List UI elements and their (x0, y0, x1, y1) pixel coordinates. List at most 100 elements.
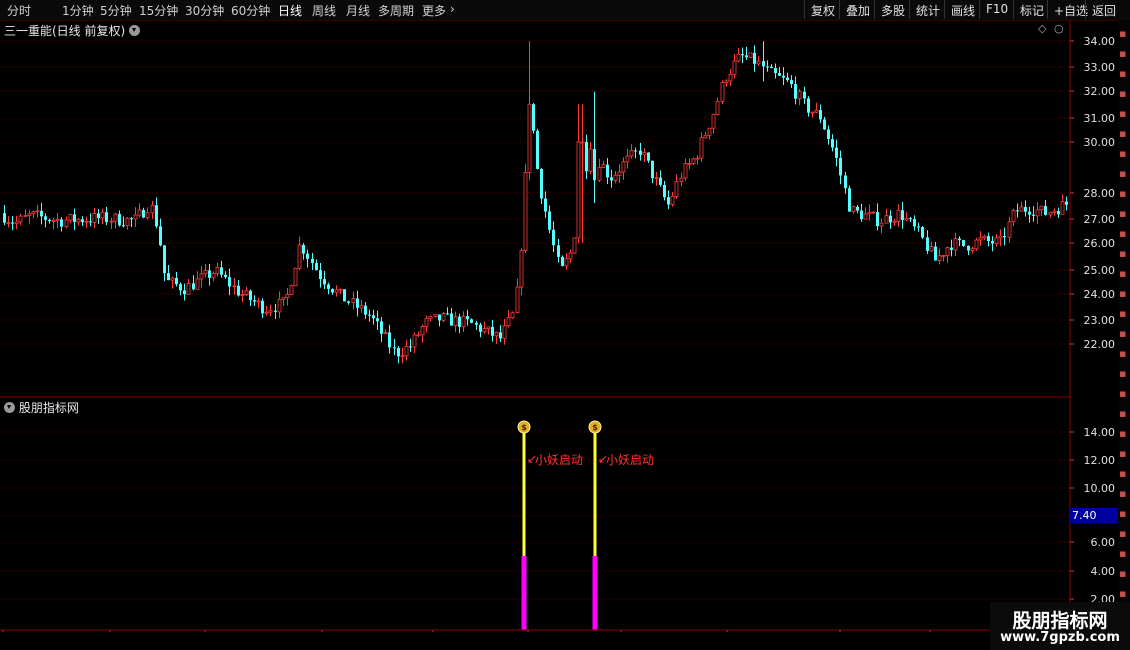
candle-body (552, 229, 555, 246)
candle-body (441, 313, 446, 321)
candle-body (945, 247, 950, 256)
candle-body (6, 222, 11, 224)
kline-chart[interactable]: $↙小妖启动$↙小妖启动 34.0033.0032.0031.0030.0028… (0, 20, 1118, 632)
candle-body (748, 52, 753, 58)
money-bag-icon: $ (517, 420, 531, 434)
more-chevron-icon[interactable]: › (450, 2, 455, 16)
price-axis-label: 30.00 (1084, 136, 1116, 149)
candle-body (839, 157, 842, 176)
side-strip-glyph: ▪ (1119, 227, 1127, 240)
candle-body (831, 139, 834, 148)
period-tab-weekly[interactable]: 周线 (312, 2, 336, 19)
candle-body (703, 134, 708, 139)
candle-body (44, 216, 47, 220)
side-strip-glyph: ▪ (1119, 67, 1127, 80)
candle-body (1048, 211, 1053, 216)
candle-body (510, 312, 515, 319)
period-tab-5min[interactable]: 5分钟 (100, 2, 132, 19)
candle-body (220, 267, 223, 275)
candle-body (987, 236, 990, 242)
candle-body (347, 301, 350, 303)
period-tab-15min[interactable]: 15分钟 (139, 2, 178, 19)
period-tab-intraday[interactable]: 分时 (7, 2, 31, 19)
candle-body (393, 347, 396, 349)
side-strip-glyph: ▪ (1119, 147, 1127, 160)
period-tab-daily[interactable]: 日线 (278, 2, 302, 19)
candle-body (871, 211, 876, 214)
candle-body (695, 157, 700, 160)
side-strip-glyph: ▪ (1119, 447, 1127, 460)
candle-body (651, 160, 654, 178)
side-strip-glyph: ▪ (1119, 107, 1127, 120)
candle-body (14, 221, 19, 225)
candle-body (215, 267, 220, 274)
candle-body (634, 150, 637, 152)
candle-body (18, 215, 23, 223)
period-tab-monthly[interactable]: 月线 (346, 2, 370, 19)
candle-body (921, 227, 924, 238)
candle-body (3, 213, 6, 223)
candle-body (285, 294, 290, 299)
candle-body (901, 210, 904, 220)
candle-body (68, 213, 73, 221)
adjust-button[interactable]: 复权 (804, 0, 841, 19)
mark-button[interactable]: 标记 (1013, 0, 1050, 19)
candle-body (142, 209, 145, 218)
period-tab-1min[interactable]: 1分钟 (62, 2, 94, 19)
candle-body (277, 298, 282, 313)
f10-button[interactable]: F10 (979, 0, 1014, 19)
candle-body (1028, 211, 1031, 215)
candle-body (274, 310, 277, 312)
indicator-axis-label: 12.00 (1084, 454, 1116, 467)
draw-line-button[interactable]: 画线 (944, 0, 981, 19)
period-tab-more[interactable]: 更多 (422, 2, 446, 19)
candle-body (105, 212, 108, 223)
candle-body (991, 241, 994, 244)
candle-body (170, 277, 175, 281)
indicator-axis-label: 6.00 (1091, 536, 1116, 549)
candle-body (51, 220, 56, 222)
candle-body (1007, 221, 1012, 238)
candle-body (179, 284, 182, 291)
side-strip-glyph: ▪ (1119, 187, 1127, 200)
candle-body (268, 310, 273, 313)
candle-body (428, 316, 433, 320)
candle-body (647, 152, 650, 161)
candle-body (167, 273, 170, 281)
candle-body (232, 285, 237, 288)
watermark-logo: 股朋指标网 www.7gpzb.com (990, 602, 1130, 650)
period-tab-60min[interactable]: 60分钟 (231, 2, 270, 19)
period-tab-multi[interactable]: 多周期 (378, 2, 414, 19)
candle-body (756, 60, 761, 65)
candle-body (1044, 206, 1047, 215)
candle-body (667, 197, 670, 205)
candle-body (256, 300, 261, 303)
candle-body (1052, 210, 1057, 213)
candle-body (974, 239, 979, 250)
side-strip-glyph: ▪ (1119, 527, 1127, 540)
side-strip-glyph: ▪ (1119, 287, 1127, 300)
signal-bar (592, 556, 598, 630)
candle-body (319, 270, 322, 280)
candle-body (150, 204, 155, 214)
multi-stock-button[interactable]: 多股 (874, 0, 911, 19)
candle-body (601, 164, 606, 168)
period-toolbar: 分时 1分钟 5分钟 15分钟 30分钟 60分钟 日线 周线 月线 多周期 更… (0, 0, 1130, 21)
signal-label: 小妖启动 (535, 453, 583, 467)
statistics-button[interactable]: 统计 (909, 0, 946, 19)
side-strip-glyph: ▪ (1119, 207, 1127, 220)
back-button[interactable]: 返回 (1085, 0, 1122, 19)
candle-body (835, 147, 838, 158)
overlay-button[interactable]: 叠加 (839, 0, 876, 19)
candle-body (331, 288, 334, 293)
candle-body (810, 111, 815, 114)
candle-body (404, 345, 409, 357)
candle-body (762, 61, 765, 67)
candle-body (109, 220, 114, 223)
period-tab-30min[interactable]: 30分钟 (185, 2, 224, 19)
candle-body (670, 195, 675, 205)
candle-body (397, 348, 400, 357)
side-strip-glyph: ▪ (1119, 327, 1127, 340)
candle-body (790, 80, 793, 85)
signal-bar (521, 556, 527, 630)
